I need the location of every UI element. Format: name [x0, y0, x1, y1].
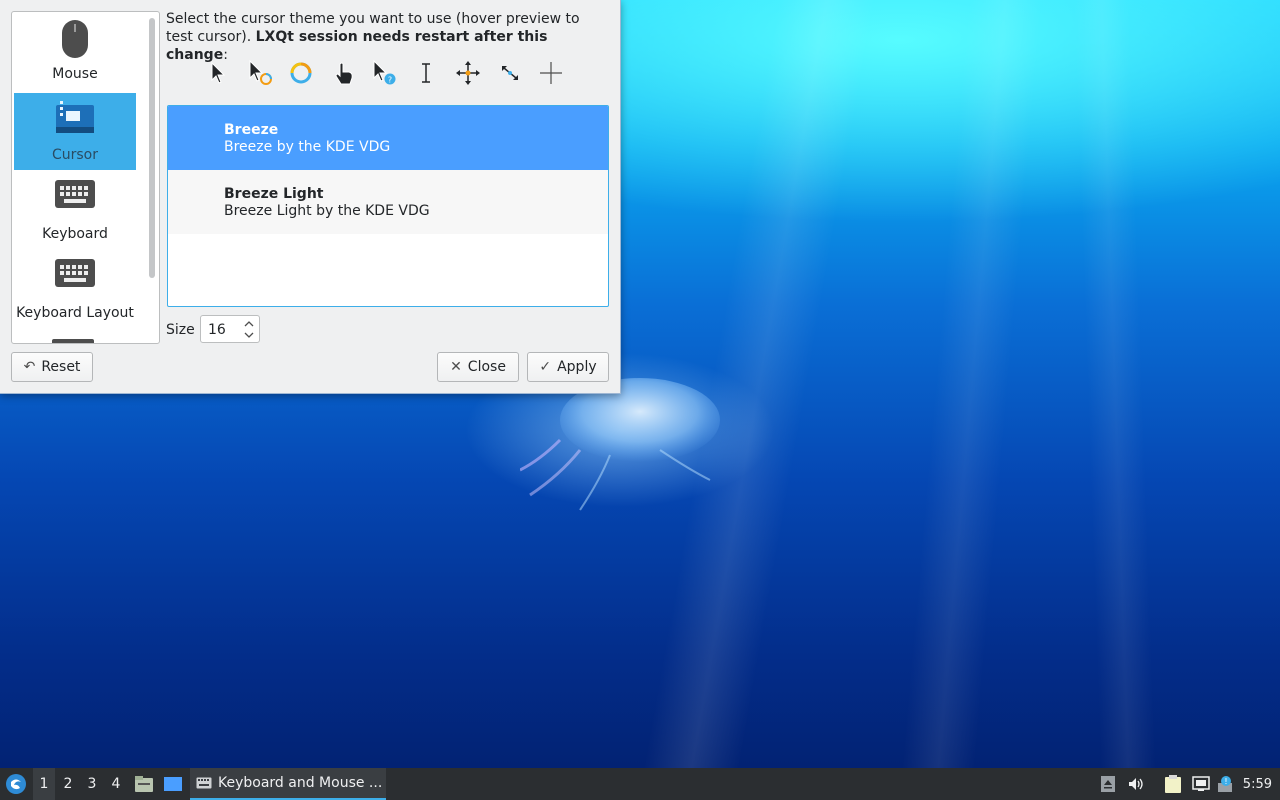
sidebar-item-label: Cursor [51, 147, 99, 163]
close-icon: ✕ [450, 359, 462, 375]
sidebar-scrollbar[interactable] [149, 18, 155, 278]
svg-text:?: ? [388, 76, 392, 85]
taskbar: 1 2 3 4 Keyboard and Mouse ... ! 5:59 [0, 768, 1280, 800]
wait-spinner-cursor-icon [290, 62, 312, 84]
sidebar-item-cursor[interactable]: Cursor [14, 93, 136, 170]
workspace-label: 4 [111, 776, 121, 792]
theme-description: Breeze Light by the KDE VDG [224, 203, 430, 219]
apply-button[interactable]: ✓ Apply [527, 352, 609, 382]
lxqt-logo-icon [6, 774, 26, 794]
keyboard-icon [196, 777, 212, 789]
cursor-settings-icon [56, 101, 94, 133]
apply-button-label: Apply [557, 359, 597, 375]
tray-network[interactable] [1190, 768, 1212, 800]
checkmark-icon: ✓ [539, 359, 552, 375]
close-button[interactable]: ✕ Close [437, 352, 519, 382]
workspace-4[interactable]: 4 [105, 768, 127, 800]
close-button-label: Close [467, 359, 506, 375]
keyboard-mouse-settings-window: Mouse Cursor Keyboard Keyboard Layout Se… [0, 0, 621, 394]
show-desktop-button[interactable] [161, 768, 185, 800]
clock[interactable]: 5:59 [1243, 768, 1272, 800]
desktop-icon [164, 777, 182, 791]
svg-text:!: ! [1224, 777, 1227, 786]
crosshair-cursor-icon [540, 62, 562, 84]
workspace-2[interactable]: 2 [57, 768, 79, 800]
start-menu-button[interactable] [2, 768, 30, 800]
size-label: Size [166, 322, 195, 338]
clipboard-icon [1165, 775, 1181, 793]
hand-cursor-icon [335, 62, 353, 85]
cursor-size-spinbox[interactable]: 16 [200, 315, 260, 343]
keyboard-layout-icon [55, 259, 95, 287]
tray-clipboard[interactable] [1161, 768, 1185, 800]
busy-arrow-cursor-icon [249, 59, 272, 85]
theme-item-breeze-light[interactable]: Breeze Light Breeze Light by the KDE VDG [168, 170, 608, 234]
task-keyboard-and-mouse[interactable]: Keyboard and Mouse ... [190, 768, 386, 800]
workspace-1[interactable]: 1 [33, 768, 55, 800]
desktop-light-rays [620, 0, 1280, 770]
reset-button-label: Reset [41, 359, 81, 375]
workspace-label: 3 [87, 776, 97, 792]
folder-icon [135, 776, 153, 792]
network-wired-icon [1192, 776, 1210, 791]
sidebar-item-keyboard-layout[interactable]: Keyboard Layout [14, 251, 136, 328]
undo-icon: ↶ [23, 359, 36, 375]
arrow-cursor-icon [211, 61, 226, 84]
reset-button[interactable]: ↶ Reset [11, 352, 93, 382]
move-cursor-icon [456, 61, 480, 85]
cursor-size-value[interactable]: 16 [208, 322, 226, 338]
tray-update-notifier[interactable]: ! [1215, 768, 1237, 800]
workspace-label: 1 [39, 776, 49, 792]
text-beam-cursor-icon [422, 63, 430, 83]
theme-name: Breeze [224, 122, 279, 138]
tray-volume[interactable] [1125, 768, 1147, 800]
tray-eject[interactable] [1098, 768, 1118, 800]
sidebar-item-label: Keyboard [42, 226, 108, 242]
task-label: Keyboard and Mouse ... [218, 775, 383, 791]
resize-diagonal-cursor-icon [502, 66, 518, 80]
eject-icon [1101, 776, 1115, 792]
cursor-theme-description: Select the cursor theme you want to use … [166, 10, 606, 64]
sidebar-item-label: Keyboard Layout [16, 305, 134, 321]
mouse-icon [62, 20, 88, 58]
chevron-down-icon[interactable] [243, 329, 255, 341]
theme-name: Breeze Light [224, 186, 324, 202]
theme-description: Breeze by the KDE VDG [224, 139, 391, 155]
theme-item-breeze[interactable]: Breeze Breeze by the KDE VDG [168, 106, 608, 170]
sidebar-item-label: Mouse [52, 66, 98, 82]
cursor-theme-list[interactable]: Breeze Breeze by the KDE VDG Breeze Ligh… [167, 105, 609, 307]
sidebar-item-mouse[interactable]: Mouse [14, 12, 136, 89]
sidebar-item-keyboard[interactable]: Keyboard [14, 172, 136, 249]
workspace-label: 2 [63, 776, 73, 792]
file-manager-launcher[interactable] [132, 768, 156, 800]
next-item-peek [52, 339, 94, 343]
keyboard-icon [55, 180, 95, 208]
update-notification-icon: ! [1218, 776, 1232, 792]
settings-category-list[interactable]: Mouse Cursor Keyboard Keyboard Layout [11, 11, 160, 344]
help-cursor-icon: ? [373, 59, 396, 85]
volume-icon [1129, 778, 1143, 790]
workspace-3[interactable]: 3 [81, 768, 103, 800]
